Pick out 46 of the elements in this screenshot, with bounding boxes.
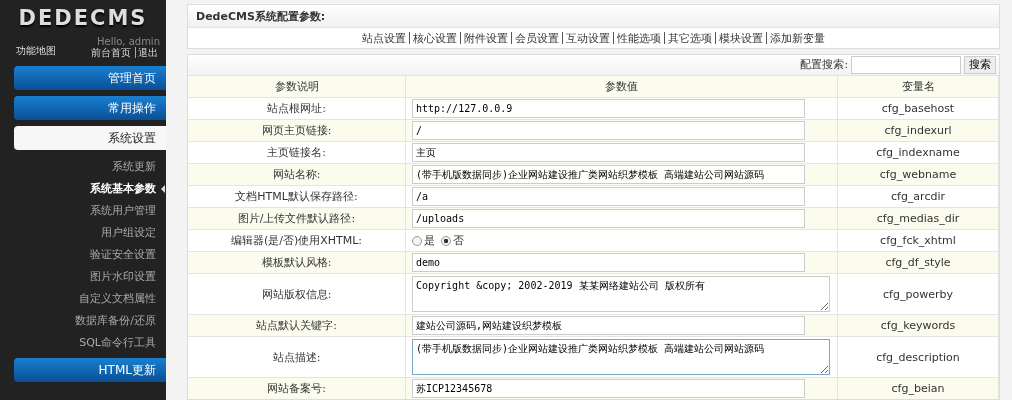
input-field[interactable]: /a [412, 187, 805, 206]
pointer-icon [161, 185, 165, 193]
sidebar-item[interactable]: 图片水印设置 [90, 266, 156, 288]
sidebar-section[interactable]: HTML更新 [14, 358, 166, 382]
settings-tab-link[interactable]: 站点设置 [359, 32, 409, 44]
sidebar-item[interactable]: 数据库备份/还原 [75, 310, 156, 332]
logo: DEDECMS [18, 6, 148, 30]
sidebar-item[interactable]: 自定义文档属性 [79, 288, 156, 310]
input-field[interactable]: 主页 [412, 143, 805, 162]
settings-tab-link[interactable]: 添加新变量 [766, 32, 828, 44]
radio-option[interactable]: 否 [441, 233, 464, 248]
input-field[interactable]: 建站公司源码,网站建设织梦模板 [412, 316, 805, 335]
input-field[interactable]: 苏ICP12345678 [412, 379, 805, 398]
settings-tab-link[interactable]: 附件设置 [460, 32, 511, 44]
settings-tab-link[interactable]: 性能选项 [613, 32, 664, 44]
input-field[interactable]: /uploads [412, 209, 805, 228]
search-button[interactable]: 搜索 [964, 56, 996, 74]
settings-tab-link[interactable]: 模块设置 [715, 32, 766, 44]
sidebar-item[interactable]: SQL命令行工具 [79, 332, 156, 354]
sidebar-section[interactable]: 常用操作 [14, 96, 166, 120]
settings-tab-link[interactable]: 核心设置 [409, 32, 460, 44]
sidebar-item[interactable]: 系统用户管理 [90, 200, 156, 222]
sidebar-item[interactable]: 用户组设定 [101, 222, 156, 244]
text-area[interactable]: Copyright &copy; 2002-2019 某某网络建站公司 版权所有 [412, 276, 830, 312]
search-field[interactable] [851, 56, 961, 74]
sidebar-section[interactable]: 管理首页 [14, 66, 166, 90]
input-field[interactable]: demo [412, 253, 805, 272]
search-label: 配置搜索: [800, 58, 848, 72]
user-link[interactable]: 前台首页 [89, 47, 133, 58]
input-field[interactable]: (带手机版数据同步)企业网站建设推广类网站织梦模板 高端建站公司网站源码 [412, 165, 805, 184]
map-link[interactable]: 功能地图 [16, 44, 56, 58]
variable-name: cfg_beian [838, 378, 999, 399]
param-label: 网站备案号: [188, 378, 406, 399]
settings-tab-link[interactable]: 其它选项 [664, 32, 715, 44]
sidebar-item[interactable]: 验证安全设置 [90, 244, 156, 266]
sidebar-item[interactable]: 系统基本参数 [90, 178, 165, 200]
user-link[interactable]: 退出 [135, 47, 160, 58]
text-area[interactable]: (带手机版数据同步)企业网站建设推广类网站织梦模板 高端建站公司网站源码 [412, 339, 830, 375]
greeting: Hello, admin [96, 36, 160, 47]
settings-tab-link[interactable]: 互动设置 [562, 32, 613, 44]
input-field[interactable]: http://127.0.0.9 [412, 99, 805, 118]
radio-option[interactable]: 是 [412, 233, 435, 248]
settings-tab-link[interactable]: 会员设置 [511, 32, 562, 44]
sidebar-section[interactable]: 系统设置 [14, 126, 166, 150]
sidebar-item[interactable]: 系统更新 [112, 156, 156, 178]
input-field[interactable]: / [412, 121, 805, 140]
